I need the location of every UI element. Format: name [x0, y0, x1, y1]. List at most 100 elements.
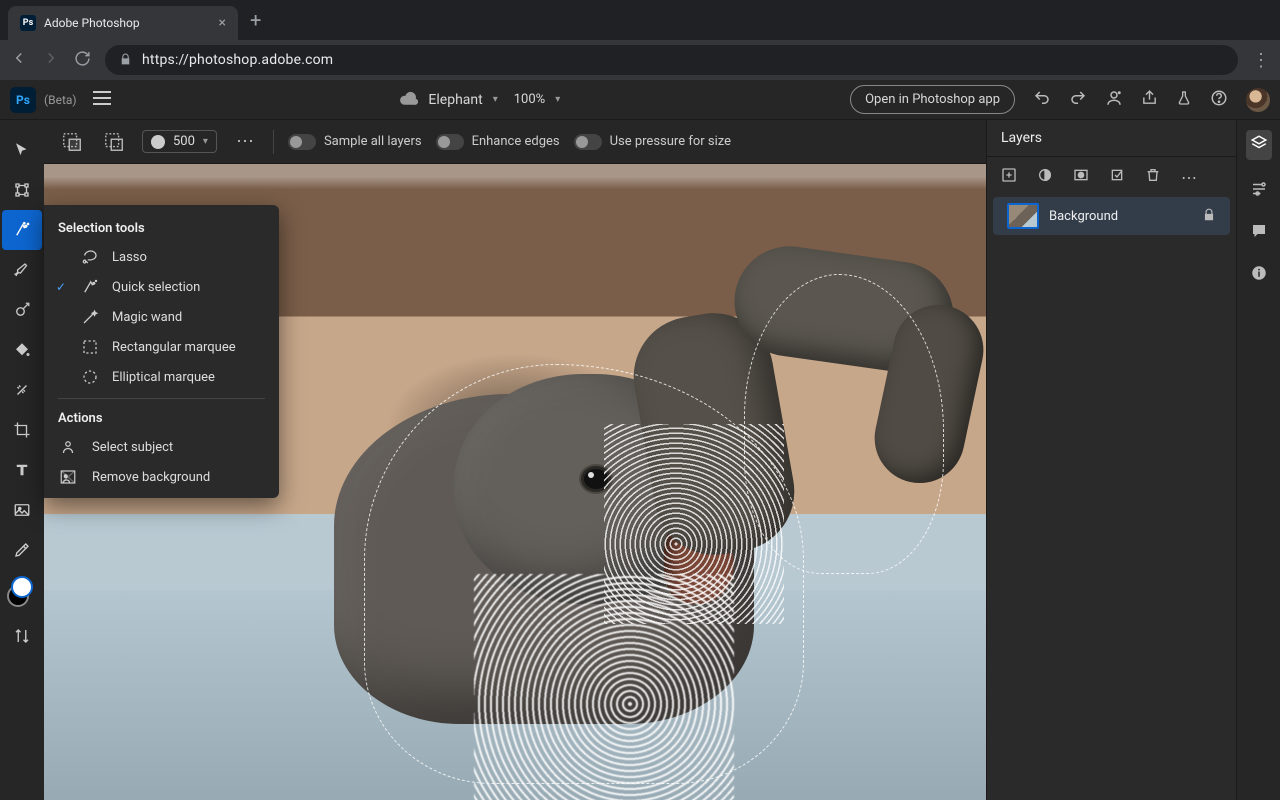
flyout-action-select-subject[interactable]: Select subject: [44, 432, 279, 462]
lock-icon: [119, 51, 132, 70]
flyout-section-tools: Selection tools: [44, 215, 279, 242]
right-panels: Layers ⋯ Background: [986, 120, 1280, 800]
healing-tool[interactable]: [2, 370, 42, 410]
flyout-label: Lasso: [112, 250, 147, 265]
flyout-label: Quick selection: [112, 280, 200, 295]
select-subject-icon: [58, 438, 78, 456]
layers-panel: Layers ⋯ Background: [986, 120, 1236, 800]
right-rail: [1236, 120, 1280, 800]
app-logo-icon[interactable]: Ps: [10, 87, 36, 113]
place-image-tool[interactable]: [2, 490, 42, 530]
beaker-icon[interactable]: [1176, 89, 1192, 111]
magic-wand-icon: [80, 308, 100, 326]
undo-button[interactable]: [1033, 89, 1051, 111]
layer-name: Background: [1049, 209, 1192, 224]
cloud-icon: [400, 90, 418, 109]
rectangular-marquee-icon: [80, 338, 100, 356]
enhance-edges-toggle[interactable]: [436, 134, 464, 150]
brush-tool[interactable]: [2, 250, 42, 290]
header-center: Elephant ▾ 100% ▾: [111, 90, 851, 109]
help-icon[interactable]: [1210, 89, 1228, 111]
fill-tool[interactable]: [2, 330, 42, 370]
properties-rail-icon[interactable]: [1250, 180, 1268, 202]
layers-rail-icon[interactable]: [1246, 130, 1272, 160]
share-icon[interactable]: [1141, 89, 1158, 110]
layer-row[interactable]: Background: [993, 197, 1230, 235]
document-menu-chevron-icon[interactable]: ▾: [493, 94, 498, 105]
lock-icon[interactable]: [1202, 207, 1216, 226]
use-pressure-toggle[interactable]: [574, 134, 602, 150]
selection-outline: [364, 364, 804, 784]
clip-mask-button[interactable]: [1109, 167, 1125, 187]
brush-preview-icon: [151, 135, 165, 149]
brush-size-chevron-icon[interactable]: ▾: [203, 136, 208, 147]
flyout-item-quick-selection[interactable]: ✓ Quick selection: [44, 272, 279, 302]
swap-colors-tool[interactable]: [2, 616, 42, 656]
zoom-chevron-icon[interactable]: ▾: [555, 94, 560, 105]
divider: [273, 130, 274, 154]
more-options-icon[interactable]: ⋯: [231, 128, 259, 156]
redo-button[interactable]: [1069, 89, 1087, 111]
reload-button[interactable]: [74, 50, 91, 71]
avatar[interactable]: [1246, 88, 1270, 112]
eyedropper-tool[interactable]: [2, 530, 42, 570]
type-tool[interactable]: [2, 450, 42, 490]
flyout-section-actions: Actions: [44, 405, 279, 432]
move-tool[interactable]: [2, 130, 42, 170]
browser-tab[interactable]: Ps Adobe Photoshop ×: [8, 6, 238, 40]
transform-tool[interactable]: [2, 170, 42, 210]
flyout-label: Rectangular marquee: [112, 340, 236, 355]
browser-chrome: Ps Adobe Photoshop × + https://photoshop…: [0, 0, 1280, 80]
close-tab-icon[interactable]: ×: [219, 15, 226, 31]
flyout-item-rectangular-marquee[interactable]: Rectangular marquee: [44, 332, 279, 362]
flyout-item-elliptical-marquee[interactable]: Elliptical marquee: [44, 362, 279, 392]
sample-all-layers-toggle[interactable]: [288, 134, 316, 150]
quick-selection-tool[interactable]: [2, 210, 42, 250]
back-button[interactable]: [10, 49, 28, 71]
selection-tools-flyout: Selection tools Lasso ✓ Quick selection …: [44, 205, 279, 498]
brush-size-value: 500: [173, 134, 195, 149]
new-tab-button[interactable]: +: [250, 8, 261, 32]
browser-menu-icon[interactable]: ⋮: [1252, 50, 1270, 71]
layer-thumbnail: [1007, 203, 1039, 229]
delete-layer-button[interactable]: [1145, 167, 1161, 187]
clone-tool[interactable]: [2, 290, 42, 330]
color-swatches[interactable]: [7, 576, 37, 606]
sample-all-layers-label: Sample all layers: [324, 134, 422, 149]
app-header: Ps (Beta) Elephant ▾ 100% ▾ Open in Phot…: [0, 80, 1280, 120]
flyout-item-lasso[interactable]: Lasso: [44, 242, 279, 272]
forward-button[interactable]: [42, 49, 60, 71]
enhance-edges-label: Enhance edges: [472, 134, 560, 149]
subtract-from-selection-button[interactable]: [100, 128, 128, 156]
brush-size-control[interactable]: 500 ▾: [142, 130, 217, 153]
add-to-selection-button[interactable]: [58, 128, 86, 156]
tab-strip: Ps Adobe Photoshop × +: [0, 0, 1280, 40]
flyout-action-remove-background[interactable]: Remove background: [44, 462, 279, 492]
favicon-icon: Ps: [20, 15, 36, 31]
url-bar[interactable]: https://photoshop.adobe.com: [105, 45, 1238, 75]
adjustment-layer-button[interactable]: [1037, 167, 1053, 187]
comments-rail-icon[interactable]: [1250, 222, 1268, 244]
document-name[interactable]: Elephant: [428, 92, 482, 108]
invite-icon[interactable]: [1105, 89, 1123, 111]
menu-button[interactable]: [93, 90, 111, 109]
layers-panel-actions: ⋯: [987, 157, 1236, 197]
crop-tool[interactable]: [2, 410, 42, 450]
layer-more-icon[interactable]: ⋯: [1181, 168, 1197, 187]
elliptical-marquee-icon: [80, 368, 100, 386]
flyout-label: Remove background: [92, 470, 210, 485]
flyout-item-magic-wand[interactable]: Magic wand: [44, 302, 279, 332]
foreground-color-swatch[interactable]: [11, 576, 33, 598]
open-in-app-button[interactable]: Open in Photoshop app: [850, 85, 1015, 114]
check-icon: ✓: [54, 280, 68, 294]
zoom-level[interactable]: 100%: [514, 92, 545, 107]
tab-title: Adobe Photoshop: [44, 16, 211, 30]
new-layer-button[interactable]: [1001, 167, 1017, 187]
divider: [58, 398, 265, 399]
flyout-label: Magic wand: [112, 310, 182, 325]
quick-selection-icon: [80, 278, 100, 296]
layer-mask-button[interactable]: [1073, 167, 1089, 187]
lasso-icon: [80, 248, 100, 266]
info-rail-icon[interactable]: [1250, 264, 1268, 286]
header-right: Open in Photoshop app: [850, 85, 1270, 114]
